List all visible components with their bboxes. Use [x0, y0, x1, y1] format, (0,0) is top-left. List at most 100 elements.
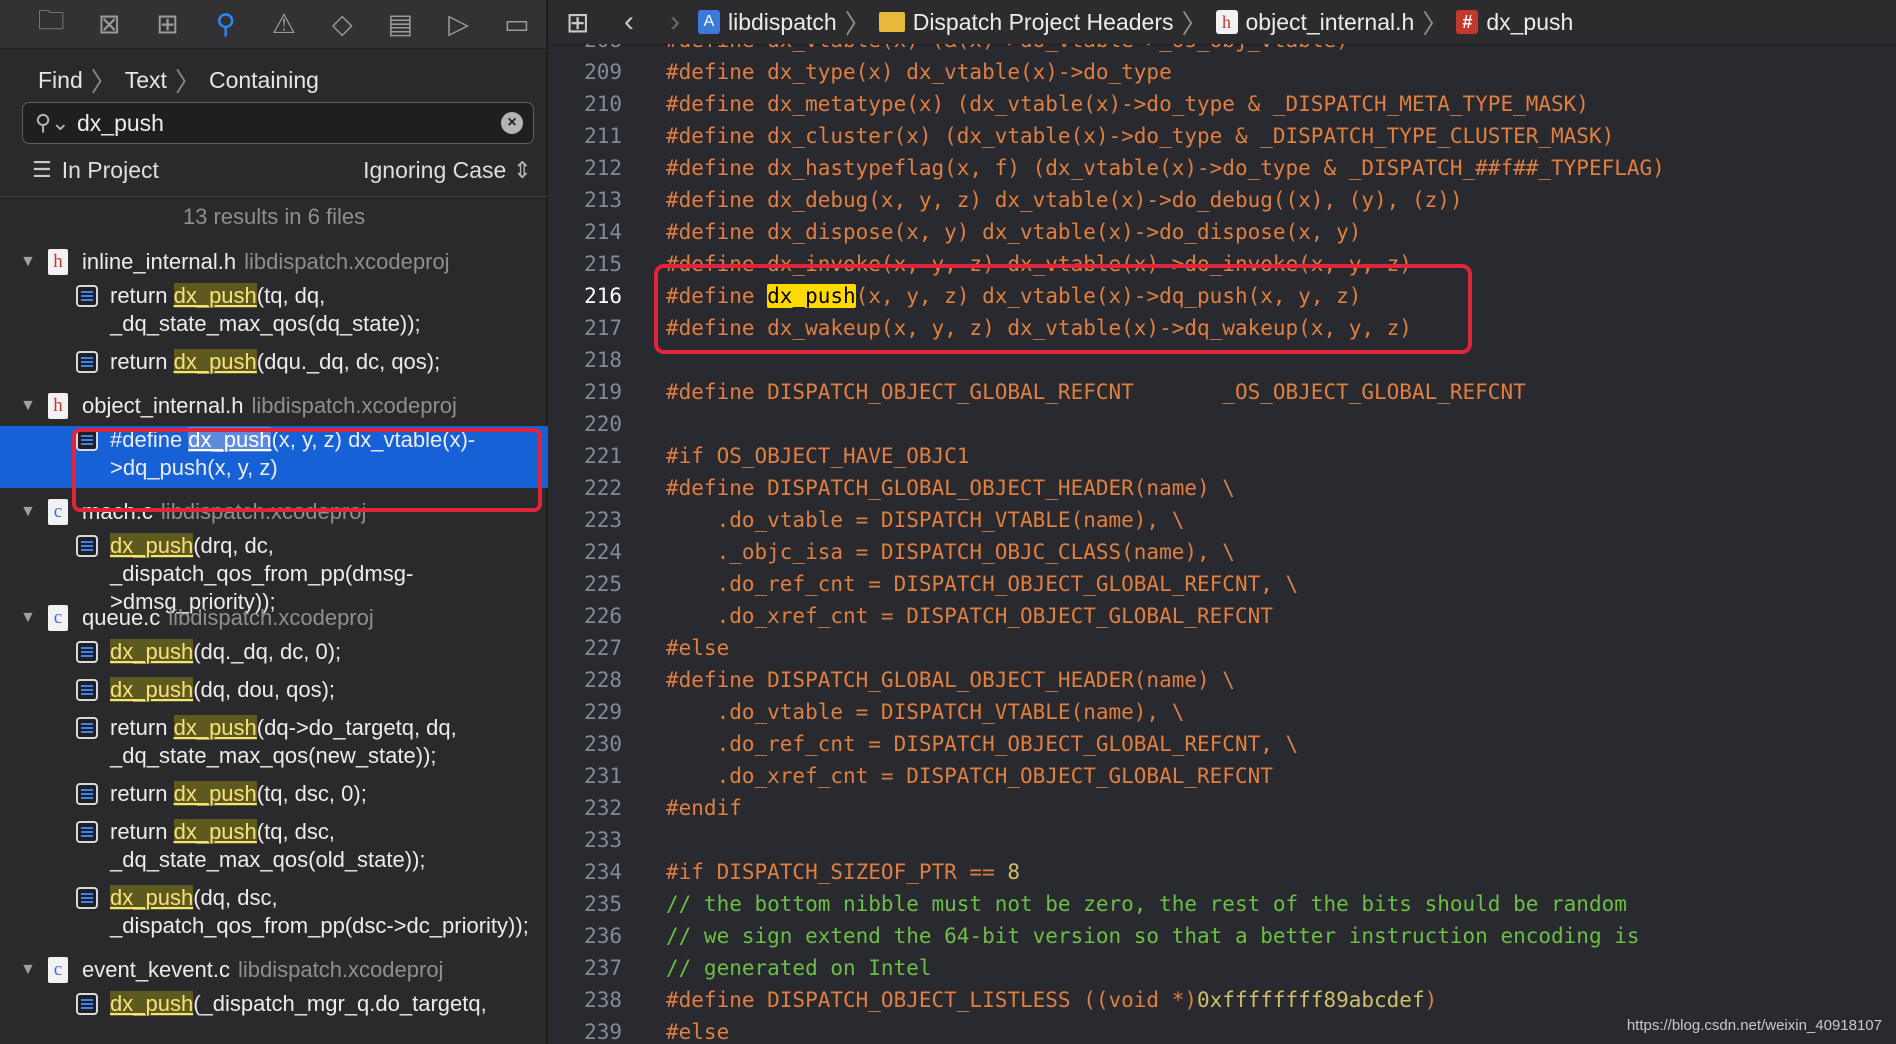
disclosure-triangle-icon[interactable]: ▼ — [20, 397, 36, 415]
c-file-icon: c — [48, 605, 68, 631]
crumb-project[interactable]: A libdispatch — [698, 9, 837, 36]
search-field[interactable]: ⚲⌄ × — [22, 102, 534, 144]
result-match-row[interactable]: #define dx_push(x, y, z) dx_vtable(x)->d… — [0, 426, 548, 488]
code-line: 214 #define dx_dispose(x, y) dx_vtable(x)… — [552, 216, 1361, 248]
scope-selector[interactable]: ☰ In Project — [32, 157, 159, 184]
header-file-icon: h — [1215, 10, 1238, 34]
scope-icon: ☰ — [32, 157, 52, 182]
line-number: 227 — [584, 636, 622, 660]
result-match-row[interactable]: return dx_push(tq, dsc, 0); — [0, 780, 548, 814]
folder-icon[interactable]: 🗀 — [22, 4, 80, 44]
code-line: 218 — [552, 344, 666, 376]
result-file-row[interactable]: ▼ c mach.c libdispatch.xcodeproj — [0, 494, 548, 530]
source-control-icon[interactable]: ⊠ — [80, 4, 138, 44]
case-selector[interactable]: Ignoring Case ⇕ — [363, 157, 532, 184]
result-file-row[interactable]: ▼ h object_internal.h libdispatch.xcodeproj — [0, 388, 548, 424]
search-input[interactable] — [75, 108, 501, 138]
source-editor[interactable]: 208 #define dx_vtable(x) (&(x)->do_vtable… — [552, 44, 1896, 1044]
find-path-find[interactable]: Find — [38, 67, 83, 94]
result-match-row[interactable]: return dx_push(dqu._dq, dc, qos); — [0, 348, 548, 382]
search-icon[interactable]: ⚲ — [197, 4, 255, 44]
disclosure-triangle-icon[interactable]: ▼ — [20, 503, 36, 521]
search-options-icon[interactable]: ⚲⌄ — [35, 110, 75, 136]
result-match-row[interactable]: return dx_push(dq->do_targetq, dq, _dq_s… — [0, 714, 548, 776]
text-match-icon — [76, 641, 98, 663]
result-file-name: object_internal.h libdispatch.xcodeproj — [82, 393, 457, 419]
file-name: mach.c — [82, 499, 153, 524]
code-text: #define dx_type(x) dx_vtable(x)->do_type — [666, 60, 1172, 84]
match-highlight: dx_push — [110, 639, 194, 664]
text-match-icon — [76, 887, 98, 909]
code-text: .do_vtable = DISPATCH_VTABLE(name), \ — [666, 700, 1185, 724]
match-after: (dqu._dq, dc, qos); — [256, 349, 441, 374]
back-arrow-icon[interactable]: ‹ — [606, 5, 652, 39]
line-source: #define dx_type(x) dx_vtable(x)->do_type — [666, 60, 1172, 84]
line-number: 213 — [584, 188, 622, 212]
watermark: https://blog.csdn.net/weixin_40918107 — [1626, 1017, 1882, 1034]
result-match-row[interactable]: return dx_push(tq, dq, _dq_state_max_qos… — [0, 282, 548, 344]
code-text: // the bottom nibble must not be zero, t… — [666, 892, 1627, 916]
result-file-row[interactable]: ▼ c event_kevent.c libdispatch.xcodeproj — [0, 952, 548, 988]
disclosure-triangle-icon[interactable]: ▼ — [20, 961, 36, 979]
find-path-text[interactable]: Text — [125, 67, 167, 94]
code-line: 234 #if DISPATCH_SIZEOF_PTR == 8 — [552, 856, 1020, 888]
line-source: .do_ref_cnt = DISPATCH_OBJECT_GLOBAL_REF… — [666, 572, 1299, 596]
result-file-row[interactable]: ▼ c queue.c libdispatch.xcodeproj — [0, 600, 548, 636]
result-file-row[interactable]: ▼ h inline_internal.h libdispatch.xcodeproj — [0, 244, 548, 280]
line-number: 235 — [584, 892, 622, 916]
code-line: 236 // we sign extend the 64-bit version … — [552, 920, 1639, 952]
line-number: 217 — [584, 316, 622, 340]
breakpoint-icon[interactable]: ▷ — [430, 4, 488, 44]
line-number: 239 — [584, 1020, 622, 1044]
line-source: #define dx_dispose(x, y) dx_vtable(x)->d… — [666, 220, 1361, 244]
code-text: #define dx_hastypeflag(x, f) (dx_vtable(… — [666, 156, 1665, 180]
folder-icon — [878, 12, 905, 32]
result-match-row[interactable]: dx_push(dq, dou, qos); — [0, 676, 548, 710]
code-line: 221 #if OS_OBJECT_HAVE_OBJC1 — [552, 440, 969, 472]
related-items-icon[interactable]: ⊞ — [566, 6, 606, 39]
text-match-icon — [76, 285, 98, 307]
line-number: 237 — [584, 956, 622, 980]
text-match-icon — [76, 783, 98, 805]
match-before: return — [110, 283, 174, 308]
match-highlight: dx_push — [110, 677, 194, 702]
crumb-file[interactable]: h object_internal.h — [1215, 9, 1414, 36]
clear-search-icon[interactable]: × — [501, 112, 523, 134]
match-highlight: dx_push — [173, 349, 257, 374]
disclosure-triangle-icon[interactable]: ▼ — [20, 253, 36, 271]
result-match-row[interactable]: dx_push(drq, dc, _dispatch_qos_from_pp(d… — [0, 532, 548, 614]
find-path-containing[interactable]: Containing — [209, 67, 319, 94]
path-separator-icon: 〉 — [90, 66, 117, 97]
line-source: // the bottom nibble must not be zero, t… — [666, 892, 1627, 916]
result-match-row[interactable]: dx_push(dq._dq, dc, 0); — [0, 638, 548, 672]
code-text: .do_xref_cnt = DISPATCH_OBJECT_GLOBAL_RE… — [666, 604, 1273, 628]
result-match-row[interactable]: return dx_push(tq, dsc, _dq_state_max_qo… — [0, 818, 548, 880]
crumb-symbol[interactable]: # dx_push — [1456, 9, 1573, 36]
report-icon[interactable]: ▭ — [488, 4, 546, 44]
result-match-row[interactable]: dx_push(_dispatch_mgr_q.do_targetq, — [0, 990, 548, 1024]
crumb-group[interactable]: Dispatch Project Headers — [878, 9, 1174, 36]
disclosure-triangle-icon[interactable]: ▼ — [20, 609, 36, 627]
code-text: #define dx_debug(x, y, z) dx_vtable(x)->… — [666, 188, 1463, 212]
symbol-icon[interactable]: ⊞ — [138, 4, 196, 44]
match-highlight: dx_push — [110, 991, 194, 1016]
text-match-icon — [76, 679, 98, 701]
debug-icon[interactable]: ▤ — [371, 4, 429, 44]
result-file-name: event_kevent.c libdispatch.xcodeproj — [82, 957, 443, 983]
forward-arrow-icon[interactable]: › — [652, 5, 698, 39]
match-text: #define dx_push(x, y, z) dx_vtable(x)->d… — [110, 426, 530, 482]
code-line: 225 .do_ref_cnt = DISPATCH_OBJECT_GLOBAL… — [552, 568, 1298, 600]
line-number: 219 — [584, 380, 622, 404]
test-icon[interactable]: ◇ — [313, 4, 371, 44]
code-line: 227 #else — [552, 632, 729, 664]
result-match-row[interactable]: dx_push(dq, dsc, _dispatch_qos_from_pp(d… — [0, 884, 548, 946]
crumb-symbol-label: dx_push — [1486, 8, 1574, 35]
line-source: #endif — [666, 796, 742, 820]
text-match-icon — [76, 717, 98, 739]
match-text: dx_push(dq, dsc, _dispatch_qos_from_pp(d… — [110, 884, 530, 940]
line-source: // generated on Intel — [666, 956, 932, 980]
match-text: dx_push(dq, dou, qos); — [110, 676, 530, 704]
issue-icon[interactable]: ⚠ — [255, 4, 313, 44]
code-line: 224 ._objc_isa = DISPATCH_OBJC_CLASS(nam… — [552, 536, 1235, 568]
find-highlight: dx_push — [767, 284, 856, 308]
